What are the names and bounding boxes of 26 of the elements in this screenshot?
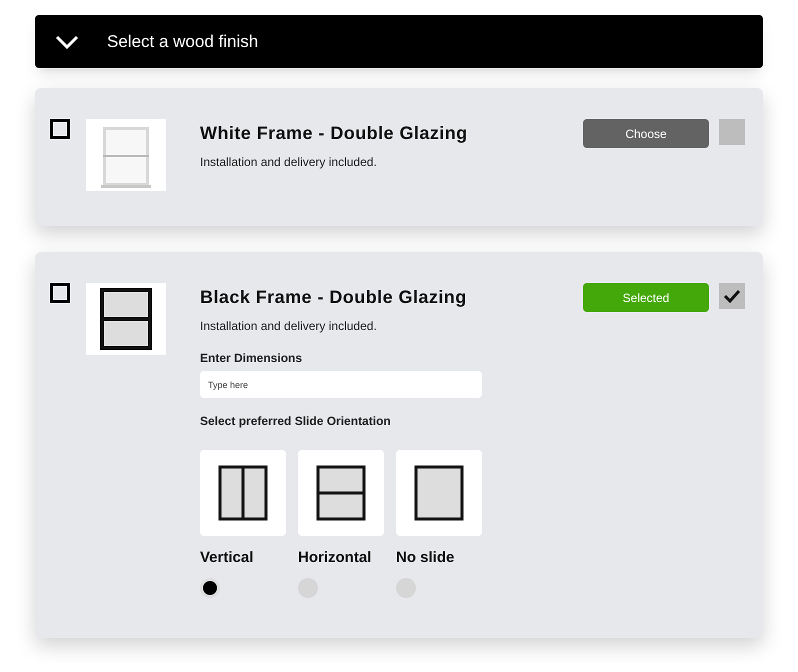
product-title: White Frame - Double Glazing	[200, 122, 469, 145]
dimensions-field[interactable]: Type here	[200, 371, 482, 398]
radio-button[interactable]	[200, 578, 220, 598]
product-description: Installation and delivery included.	[200, 318, 378, 335]
selection-box[interactable]	[719, 283, 745, 309]
window-icon	[100, 288, 152, 350]
product-description: Installation and delivery included.	[200, 154, 378, 171]
header-title: Select a wood finish	[107, 30, 258, 53]
orientation-label: Select preferred Slide Orientation	[200, 413, 392, 430]
orientation-name: Vertical	[200, 548, 254, 568]
horizontal-window-icon	[316, 465, 366, 521]
orientation-name: No slide	[396, 548, 456, 568]
product-title: Black Frame - Double Glazing	[200, 286, 468, 309]
orientation-option[interactable]	[396, 450, 482, 536]
window-icon	[414, 465, 464, 521]
orientation-option[interactable]	[298, 450, 384, 536]
orientation-option[interactable]	[200, 450, 286, 536]
checkbox[interactable]	[50, 283, 70, 303]
choose-button[interactable]: Selected	[583, 283, 709, 312]
check-icon	[723, 289, 741, 303]
field-label: Enter Dimensions	[200, 350, 304, 367]
choose-button[interactable]: Choose	[583, 119, 709, 148]
orientation-name: Horizontal	[298, 548, 372, 568]
header-bar[interactable]: Select a wood finish	[35, 15, 763, 68]
vertical-window-icon	[218, 465, 268, 521]
checkbox[interactable]	[50, 119, 70, 139]
